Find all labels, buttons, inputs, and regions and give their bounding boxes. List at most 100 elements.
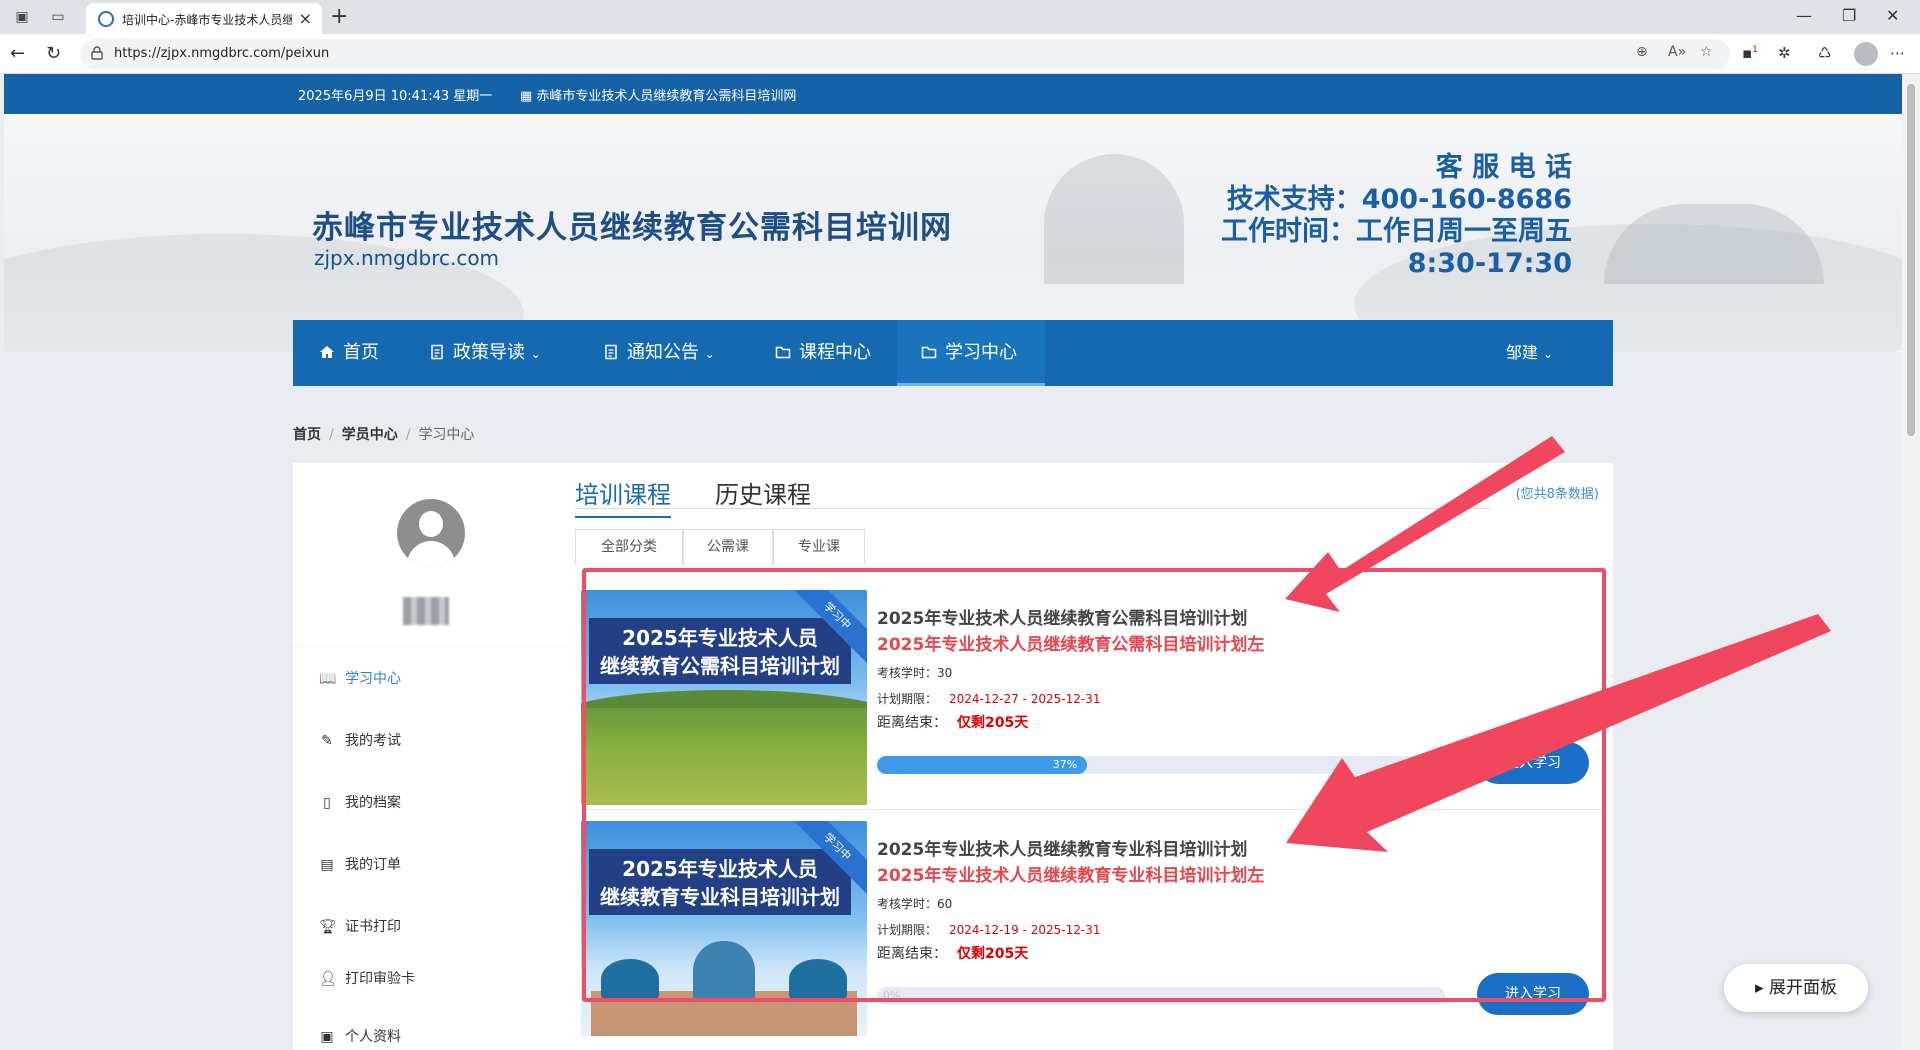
expand-panel-button[interactable]: ▸ 展开面板 [1724, 964, 1868, 1012]
sidebar-item-label: 我的订单 [345, 857, 401, 873]
subtab-professional[interactable]: 专业课 [773, 529, 865, 565]
new-tab-icon[interactable]: + [330, 4, 348, 29]
home-icon [320, 346, 334, 358]
browser-profile-avatar[interactable] [1854, 42, 1878, 66]
folder-icon [775, 346, 791, 359]
id-card-icon: ▣ [320, 1029, 334, 1045]
site-banner: 赤峰市专业技术人员继续教育公需科目培训网 zjpx.nmgdbrc.com 客 … [4, 114, 1902, 352]
sidebar-item-exams[interactable]: ✎ 我的考试 [319, 729, 401, 753]
clipboard-icon: ▤ [320, 857, 334, 873]
edit-icon: ✎ [321, 733, 333, 749]
page-scrollbar[interactable] [1902, 74, 1920, 1050]
nav-item-courses[interactable]: 课程中心 [775, 320, 871, 386]
user-menu[interactable]: 邹建 ⌄ [1506, 320, 1553, 387]
nav-item-label: 首页 [343, 342, 379, 363]
profile-card [293, 463, 567, 647]
work-time: 8:30-17:30 [1407, 248, 1572, 279]
sidebar-item-print-card[interactable]: 👤︎ 打印审验卡 [319, 967, 415, 991]
avatar-body [407, 541, 455, 567]
sidebar-item-label: 打印审验卡 [345, 971, 415, 987]
workspaces-icon[interactable]: ▣ [12, 7, 32, 27]
lock-icon [91, 46, 103, 60]
chevron-down-icon: ⌄ [530, 347, 541, 361]
minimize-icon[interactable]: — [1796, 6, 1812, 25]
favorite-star-icon[interactable]: ☆ [1700, 44, 1713, 60]
scrollbar-thumb[interactable] [1907, 84, 1915, 436]
address-bar[interactable]: https://zjpx.nmgdbrc.com/peixun ⊕ A» ☆ [80, 39, 1730, 69]
nav-item-home[interactable]: 首页 [319, 320, 379, 386]
support-phone: 技术支持：400-160-8686 [1226, 184, 1572, 215]
play-icon: ▸ [1755, 978, 1764, 998]
window-close-icon[interactable]: ✕ [1886, 6, 1899, 25]
site-name-link[interactable]: ▦ 赤峰市专业技术人员继续教育公需科目培训网 [520, 85, 796, 104]
address-bar-row: ← ↻ https://zjpx.nmgdbrc.com/peixun ⊕ A»… [0, 34, 1920, 74]
nav-item-label: 政策导读 [453, 342, 525, 363]
sidebar-item-certificate[interactable]: 🏆︎ 证书打印 [319, 915, 401, 939]
user-name-blurred [403, 597, 449, 625]
tab-history-courses[interactable]: 历史课程 [715, 475, 811, 516]
sidebar-item-study-center[interactable]: 📖 学习中心 [319, 667, 401, 691]
user-name: 邹建 [1505, 343, 1538, 362]
breadcrumb-section[interactable]: 学员中心 [342, 427, 398, 443]
archive-icon: ▯ [323, 795, 331, 811]
avatar-head [419, 511, 443, 537]
extension-notify-icon[interactable]: ▪1 [1742, 44, 1758, 62]
course-tabs: 培训课程 历史课程 [575, 475, 1491, 518]
sidebar-item-label: 学习中心 [345, 671, 401, 687]
book-icon: 📖 [319, 671, 337, 687]
notification-badge: 1 [1752, 45, 1758, 55]
read-aloud-icon[interactable]: A» [1668, 44, 1686, 60]
tab-actions-icon[interactable]: ▭ [48, 7, 68, 27]
sidebar-item-profile[interactable]: ▣ 个人资料 [319, 1025, 401, 1049]
current-datetime: 2025年6月9日 10:41:43 星期一 [298, 89, 493, 104]
nav-item-policy[interactable]: 政策导读 ⌄ [429, 320, 541, 386]
sidebar-item-label: 我的档案 [345, 795, 401, 811]
nav-item-label: 课程中心 [799, 342, 871, 363]
sidebar-item-orders[interactable]: ▤ 我的订单 [319, 853, 401, 877]
nav-item-study-center[interactable]: 学习中心 [897, 320, 1045, 386]
document-icon [431, 344, 443, 360]
site-favicon-icon [98, 11, 114, 27]
avatar[interactable] [397, 499, 465, 567]
more-options-icon[interactable]: ⋯ [1890, 44, 1905, 62]
site-top-bar: 2025年6月9日 10:41:43 星期一 ▦ 赤峰市专业技术人员继续教育公需… [4, 74, 1902, 114]
hotline-block: 客 服 电 话 技术支持：400-160-8686 工作时间：工作日周一至周五 … [1221, 152, 1572, 280]
document-icon [605, 344, 617, 360]
user-icon: 👤︎ [319, 971, 337, 987]
breadcrumb-separator: / [405, 427, 411, 443]
nav-item-label: 通知公告 [627, 342, 699, 363]
main-nav: 首页 政策导读 ⌄ 通知公告 ⌄ 课程中心 学习中心 邹建 ⌄ [293, 320, 1613, 386]
sidebar-item-archive[interactable]: ▯ 我的档案 [319, 791, 401, 815]
refresh-icon[interactable]: ↻ [46, 43, 61, 64]
sidebar-item-label: 我的考试 [345, 733, 401, 749]
restore-icon[interactable]: ❐ [1842, 6, 1856, 25]
browser-tab-bar: ▣ ▭ 培训中心-赤峰市专业技术人员继续教育公需科目培训网 × + — ❐ ✕ [0, 0, 1920, 34]
site-title: 赤峰市专业技术人员继续教育公需科目培训网 [312, 210, 952, 246]
site-domain: zjpx.nmgdbrc.com [314, 246, 500, 270]
tab-training-courses[interactable]: 培训课程 [575, 475, 671, 518]
breadcrumb-separator: / [329, 427, 334, 443]
banner-building-decoration [1604, 204, 1824, 284]
subtab-public[interactable]: 公需课 [683, 529, 773, 565]
banner-building-decoration [1044, 154, 1184, 284]
breadcrumb-current: 学习中心 [418, 427, 475, 443]
zoom-icon[interactable]: ⊕ [1636, 44, 1648, 60]
extensions-icon[interactable]: ✲ [1778, 44, 1791, 62]
chevron-down-icon: ⌄ [704, 347, 715, 361]
browser-tab[interactable]: 培训中心-赤峰市专业技术人员继续教育公需科目培训网 × [86, 3, 322, 34]
chevron-down-icon: ⌄ [1542, 347, 1553, 361]
highlight-box [582, 568, 1606, 1002]
record-count: (您共8条数据) [1515, 487, 1599, 502]
nav-item-label: 学习中心 [945, 342, 1017, 363]
sidebar-item-label: 证书打印 [345, 919, 401, 935]
close-tab-icon[interactable]: × [299, 9, 312, 28]
subtab-all[interactable]: 全部分类 [575, 529, 683, 565]
nav-item-notices[interactable]: 通知公告 ⌄ [603, 320, 715, 386]
url-text: https://zjpx.nmgdbrc.com/peixun [114, 46, 330, 61]
collections-icon[interactable]: ♺ [1818, 44, 1831, 62]
back-icon[interactable]: ← [10, 43, 25, 64]
work-hours: 工作时间：工作日周一至周五 [1221, 216, 1572, 247]
breadcrumb-home[interactable]: 首页 [293, 427, 321, 443]
tab-title: 培训中心-赤峰市专业技术人员继续教育公需科目培训网 [122, 13, 292, 27]
breadcrumb: 首页 / 学员中心 / 学习中心 [293, 424, 474, 444]
